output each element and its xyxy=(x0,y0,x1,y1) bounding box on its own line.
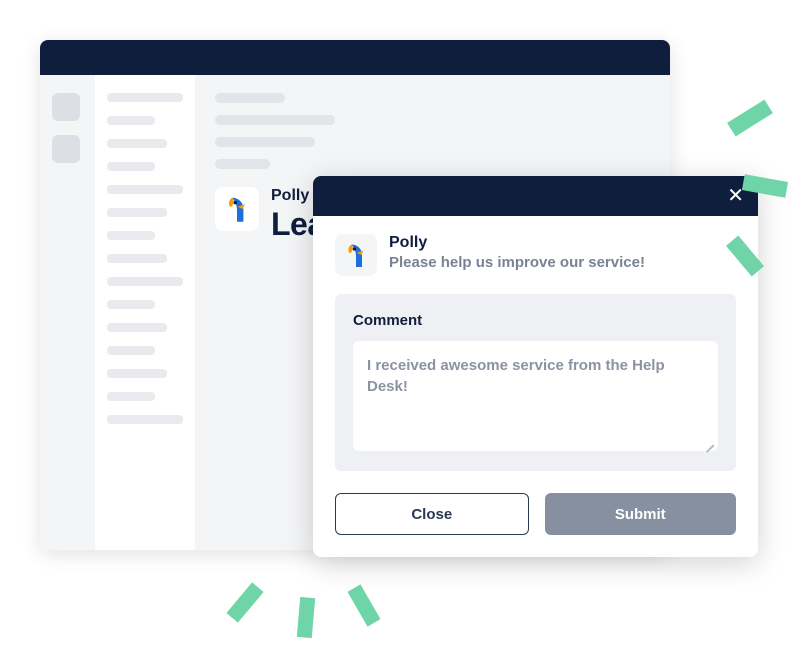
decorative-accent xyxy=(727,100,773,137)
channel-placeholder[interactable] xyxy=(107,93,183,102)
channel-placeholder[interactable] xyxy=(107,208,167,217)
channel-placeholder[interactable] xyxy=(107,300,155,309)
channel-placeholder[interactable] xyxy=(107,116,155,125)
channel-placeholder[interactable] xyxy=(107,139,167,148)
decorative-accent xyxy=(348,584,381,626)
comment-text: I received awesome service from the Help… xyxy=(367,357,665,395)
resize-handle-icon[interactable] xyxy=(702,435,714,447)
modal-content: Polly Please help us improve our service… xyxy=(313,216,758,557)
slack-workspace-column xyxy=(40,75,95,550)
feedback-modal: ✕ Polly Please help us improve our servi… xyxy=(313,176,758,557)
comment-label: Comment xyxy=(353,312,718,329)
content-placeholder xyxy=(215,93,285,103)
modal-header: ✕ xyxy=(313,176,758,216)
modal-subtitle: Please help us improve our service! xyxy=(389,254,645,271)
channel-placeholder[interactable] xyxy=(107,346,155,355)
channel-placeholder[interactable] xyxy=(107,185,183,194)
slack-channels-column xyxy=(95,75,195,550)
channel-placeholder[interactable] xyxy=(107,277,183,286)
decorative-accent xyxy=(226,582,263,622)
modal-buttons: Close Submit xyxy=(335,493,736,535)
channel-placeholder[interactable] xyxy=(107,231,155,240)
channel-placeholder[interactable] xyxy=(107,254,167,263)
close-button[interactable]: Close xyxy=(335,493,529,535)
channel-placeholder[interactable] xyxy=(107,369,167,378)
slack-titlebar xyxy=(40,40,670,75)
content-placeholder xyxy=(215,159,270,169)
polly-avatar xyxy=(215,187,259,231)
modal-info-row: Polly Please help us improve our service… xyxy=(335,234,736,276)
channel-placeholder[interactable] xyxy=(107,415,183,424)
comment-textarea[interactable]: I received awesome service from the Help… xyxy=(353,341,718,451)
message-author: Polly xyxy=(271,187,309,205)
channel-placeholder[interactable] xyxy=(107,392,155,401)
content-placeholder xyxy=(215,137,315,147)
channel-placeholder[interactable] xyxy=(107,323,167,332)
decorative-accent xyxy=(297,597,315,638)
modal-author: Polly xyxy=(389,234,645,252)
polly-icon xyxy=(341,240,371,270)
workspace-tile[interactable] xyxy=(52,93,80,121)
submit-button[interactable]: Submit xyxy=(545,493,737,535)
comment-section: Comment I received awesome service from … xyxy=(335,294,736,471)
content-placeholder xyxy=(215,115,335,125)
channel-placeholder[interactable] xyxy=(107,162,155,171)
polly-avatar xyxy=(335,234,377,276)
workspace-tile[interactable] xyxy=(52,135,80,163)
polly-icon xyxy=(221,193,253,225)
